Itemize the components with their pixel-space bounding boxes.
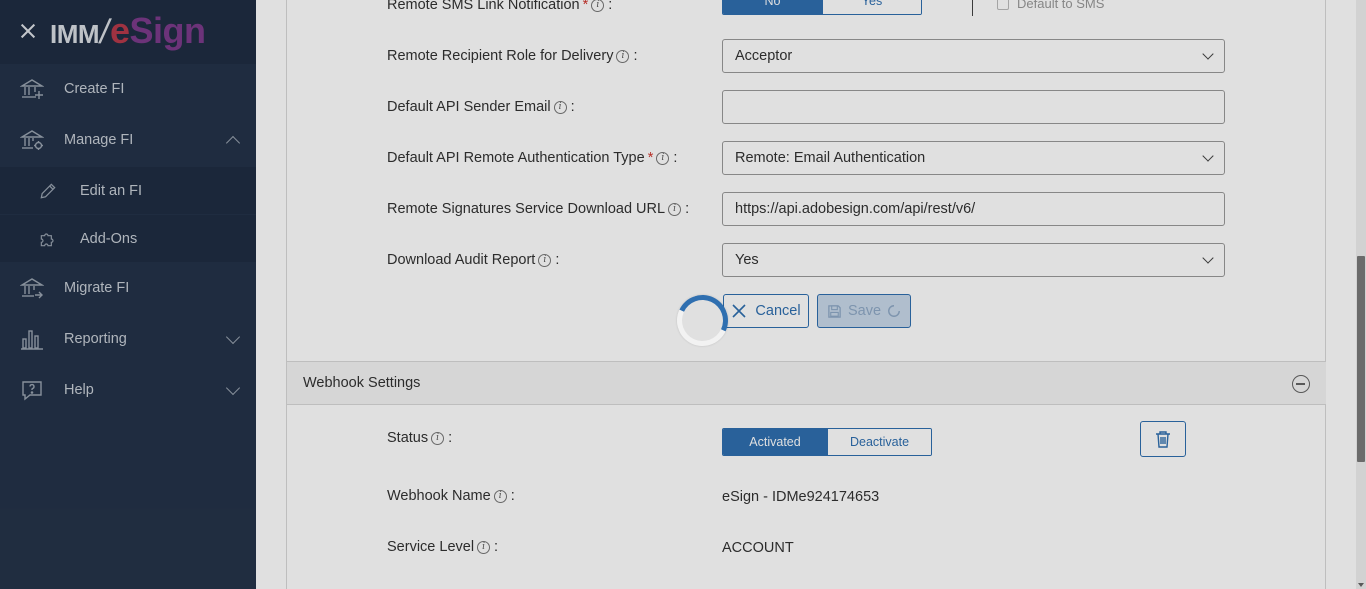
- loading-overlay: [0, 0, 1366, 589]
